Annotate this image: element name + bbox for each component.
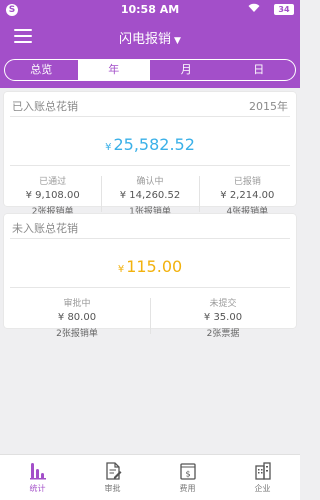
chevron-down-icon: ▼: [174, 36, 181, 46]
nav-label: 费用: [179, 484, 196, 493]
total-amount-value: 115.00: [126, 257, 183, 276]
nav-statistics[interactable]: 统计: [0, 455, 75, 500]
period-tabs: 总览 年 月 日: [4, 59, 296, 81]
currency-symbol: ¥: [117, 264, 125, 275]
cell-count: 2张票据: [206, 329, 240, 339]
bar-chart-icon: [0, 459, 75, 481]
nav-expenses[interactable]: $ 费用: [150, 455, 225, 500]
svg-text:$: $: [185, 470, 190, 479]
nav-label: 企业: [254, 484, 271, 493]
cell-value: ¥ 35.00: [203, 312, 243, 323]
nav-label: 统计: [29, 484, 46, 493]
cell-value: ¥ 14,260.52: [119, 190, 181, 201]
currency-symbol: ¥: [105, 142, 112, 153]
cell-label: 审批中: [63, 299, 91, 309]
cell-label: 未提交: [209, 299, 237, 309]
document-edit-icon: [75, 459, 150, 481]
cell-label: 确认中: [136, 177, 164, 187]
period-tabs-bar: 总览 年 月 日: [0, 52, 300, 88]
unrecorded-spend-card[interactable]: 未入账总花销 ¥115.00 审批中 ¥ 80.00 2张报销单 未提交 ¥ 3…: [4, 214, 296, 339]
total-amount-value: 25,582.52: [113, 135, 195, 154]
cell-label: 已通过: [39, 177, 67, 187]
bottom-nav: 统计 审批 $ 费用 企业: [0, 454, 300, 500]
tab-day[interactable]: 日: [223, 60, 296, 80]
nav-approval[interactable]: 审批: [75, 455, 150, 500]
unsubmitted-cell[interactable]: 未提交 ¥ 35.00 2张票据: [150, 288, 296, 346]
total-amount: ¥115.00: [4, 239, 296, 287]
card-title: 已入账总花销: [12, 100, 78, 113]
tab-month[interactable]: 月: [150, 60, 223, 80]
status-bar: S 10:58 AM 34: [0, 0, 300, 20]
cell-value: ¥ 80.00: [57, 312, 97, 323]
receipt-icon: $: [150, 459, 225, 481]
cell-value: ¥ 9,108.00: [25, 190, 80, 201]
wifi-icon: [248, 3, 260, 16]
cell-count: 2张报销单: [56, 329, 98, 339]
app-title-text: 闪电报销: [119, 32, 172, 47]
app-header: 闪电报销 ▼: [0, 20, 300, 52]
year-label: 2015年: [249, 100, 288, 113]
building-icon: [225, 459, 300, 481]
tab-year[interactable]: 年: [77, 60, 150, 80]
card-title: 未入账总花销: [12, 222, 78, 235]
nav-enterprise[interactable]: 企业: [225, 455, 300, 500]
nav-label: 审批: [104, 484, 121, 493]
status-breakdown: 审批中 ¥ 80.00 2张报销单 未提交 ¥ 35.00 2张票据: [4, 288, 296, 346]
tab-overview[interactable]: 总览: [5, 60, 78, 80]
recorded-spend-card[interactable]: 已入账总花销 2015年 ¥25,582.52 已通过 ¥ 9,108.00 2…: [4, 92, 296, 217]
cell-value: ¥ 2,214.00: [220, 190, 275, 201]
app-title[interactable]: 闪电报销 ▼: [0, 28, 300, 47]
cell-label: 已报销: [233, 177, 261, 187]
battery-icon: 34: [274, 4, 294, 15]
total-amount: ¥25,582.52: [4, 117, 296, 165]
pending-approval-cell[interactable]: 审批中 ¥ 80.00 2张报销单: [4, 288, 150, 346]
